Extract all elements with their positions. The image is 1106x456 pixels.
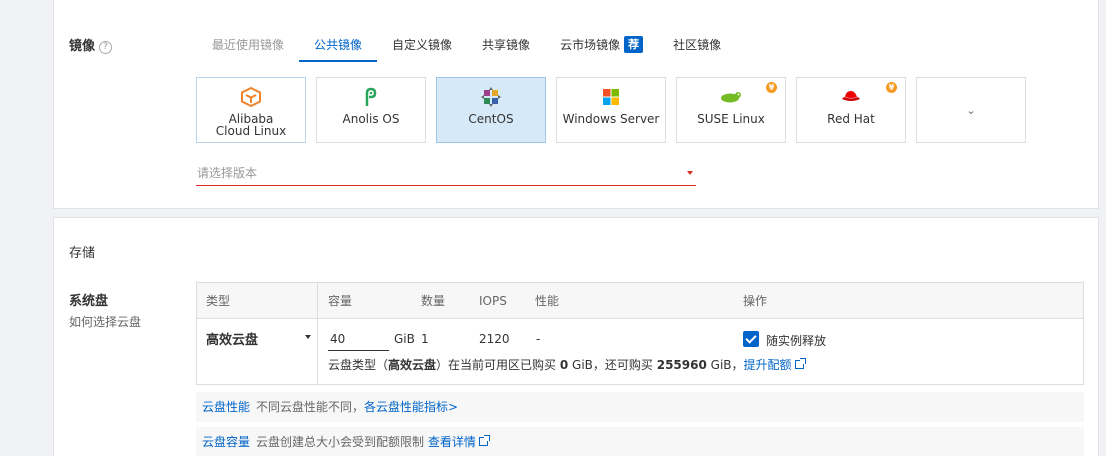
- disk-iops: 2120: [479, 332, 510, 346]
- os-name: Alibaba Cloud Linux: [215, 112, 287, 138]
- os-tiles: Alibaba Cloud Linux Anolis OS CentOS Win…: [196, 77, 1036, 143]
- note-tag: 云盘容量: [202, 435, 251, 449]
- header-iops: IOPS: [479, 294, 507, 308]
- tab-shared-images[interactable]: 共享镜像: [467, 34, 545, 62]
- caret-down-icon: [305, 335, 311, 339]
- note-disk-capacity: 云盘容量 云盘创建总大小会受到配额限制 查看详情: [196, 427, 1084, 456]
- os-name: Anolis OS: [342, 112, 400, 126]
- note-text: 不同云盘性能不同，: [256, 400, 365, 414]
- note-tag: 云盘性能: [202, 400, 251, 414]
- release-with-instance-label: 随实例释放: [766, 334, 827, 348]
- view-details-link[interactable]: 查看详情: [428, 435, 476, 449]
- disk-type-value: 高效云盘: [206, 333, 259, 348]
- how-to-choose-disk-link[interactable]: 如何选择云盘: [69, 313, 141, 330]
- os-tile-suse-linux[interactable]: ¥ SUSE Linux: [676, 77, 786, 143]
- info-disk-type: 高效云盘: [388, 358, 437, 372]
- os-tile-alibaba-cloud-linux[interactable]: Alibaba Cloud Linux: [196, 77, 306, 143]
- redhat-logo-icon: [840, 86, 862, 108]
- capacity-unit: GiB: [394, 332, 415, 346]
- info-text: 云盘类型（: [328, 358, 389, 372]
- centos-logo-icon: [481, 86, 501, 108]
- paid-badge-icon: ¥: [886, 82, 897, 93]
- disk-count: 1: [421, 332, 429, 346]
- more-os-button[interactable]: ⌄: [916, 77, 1026, 143]
- os-tile-anolis-os[interactable]: Anolis OS: [316, 77, 426, 143]
- release-with-instance-checkbox[interactable]: [743, 331, 759, 347]
- header-capacity: 容量: [328, 294, 353, 308]
- info-remaining: 255960: [656, 358, 707, 372]
- capacity-input[interactable]: [328, 327, 389, 351]
- tab-marketplace-images[interactable]: 云市场镜像荐: [545, 34, 658, 62]
- image-label-text: 镜像: [69, 39, 96, 54]
- image-section-label: 镜像?: [69, 35, 113, 54]
- info-purchased: 0: [559, 358, 569, 372]
- tab-marketplace-label: 云市场镜像: [560, 38, 621, 52]
- tab-custom-images[interactable]: 自定义镜像: [377, 34, 467, 62]
- suse-logo-icon: [719, 86, 743, 108]
- header-type: 类型: [206, 294, 231, 308]
- header-action: 操作: [743, 294, 768, 308]
- os-tile-red-hat[interactable]: ¥ Red Hat: [796, 77, 906, 143]
- version-select[interactable]: 请选择版本: [196, 162, 696, 186]
- system-disk-label: 系统盘: [69, 294, 109, 309]
- recommend-badge: 荐: [624, 36, 644, 53]
- header-count: 数量: [421, 294, 446, 308]
- os-tile-centos[interactable]: CentOS: [436, 77, 546, 143]
- info-text: ）在当前可用区已购买: [436, 358, 560, 372]
- paid-badge-icon: ¥: [766, 82, 777, 93]
- os-tile-windows-server[interactable]: Windows Server: [556, 77, 666, 143]
- image-tabs: 最近使用镜像 公共镜像 自定义镜像 共享镜像 云市场镜像荐 社区镜像: [197, 34, 736, 62]
- alibaba-cloud-logo-icon: [240, 86, 262, 108]
- note-disk-performance: 云盘性能 不同云盘性能不同，各云盘性能指标>: [196, 392, 1084, 422]
- anolis-logo-icon: [363, 86, 379, 108]
- caret-down-icon: [687, 171, 693, 175]
- disk-performance-link[interactable]: 各云盘性能指标>: [364, 400, 458, 414]
- os-name: Red Hat: [827, 112, 875, 126]
- disk-type-select[interactable]: 高效云盘: [206, 329, 311, 348]
- increase-quota-link[interactable]: 提升配额: [744, 358, 792, 372]
- external-link-icon: [478, 435, 490, 446]
- external-link-icon: [794, 358, 806, 369]
- header-performance: 性能: [535, 294, 560, 308]
- divider: [317, 283, 318, 384]
- version-placeholder: 请选择版本: [197, 166, 258, 180]
- system-disk-table: 类型 容量 数量 IOPS 性能 操作 高效云盘 GiB 1 2120 - 随实…: [196, 282, 1084, 385]
- help-icon[interactable]: ?: [99, 41, 113, 54]
- os-name: SUSE Linux: [697, 112, 765, 126]
- disk-quota-info: 云盘类型（高效云盘）在当前可用区已购买 0 GiB，还可购买 255960 Gi…: [328, 356, 806, 373]
- tab-recent-images[interactable]: 最近使用镜像: [197, 34, 299, 62]
- tab-community-images[interactable]: 社区镜像: [658, 34, 736, 62]
- disk-performance: -: [536, 332, 541, 346]
- info-text: GiB，还可购买: [568, 358, 657, 372]
- note-text: 云盘创建总大小会受到配额限制: [256, 435, 425, 449]
- windows-logo-icon: [602, 86, 620, 108]
- os-name: Windows Server: [562, 112, 660, 126]
- info-text: GiB，: [706, 358, 744, 372]
- os-name: CentOS: [468, 112, 514, 126]
- storage-title: 存储: [69, 246, 96, 261]
- tab-public-images[interactable]: 公共镜像: [299, 34, 378, 62]
- chevron-down-icon: ⌄: [966, 103, 976, 117]
